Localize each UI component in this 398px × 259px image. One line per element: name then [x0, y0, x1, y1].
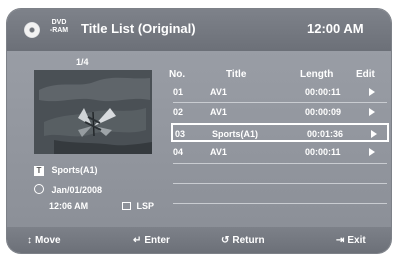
title-row-03-selected[interactable]: 03 Sports(A1) 00:01:36 [171, 123, 389, 142]
exit-hint: ⇥ Exit [336, 235, 366, 246]
row-divider [173, 203, 387, 204]
title-list-panel: DVD -RAM Title List (Original) 12:00 AM … [7, 9, 391, 253]
title-row-01[interactable]: 01 AV1 00:00:11 [173, 83, 387, 102]
return-label: Return [232, 235, 265, 246]
butterfly-thumbnail-art [34, 70, 152, 154]
lock-icon [122, 202, 131, 210]
row-length: 00:00:09 [305, 107, 342, 117]
edit-arrow-icon[interactable] [369, 148, 375, 156]
row-length: 00:01:36 [307, 129, 344, 139]
disc-type-label: DVD -RAM [49, 19, 69, 34]
row-title: AV1 [210, 107, 227, 117]
page-title: Title List (Original) [81, 21, 196, 36]
updown-arrow-icon: ↕ [27, 235, 32, 246]
enter-icon: ↵ [133, 235, 142, 246]
title-icon: T [34, 166, 44, 176]
row-divider [173, 183, 387, 184]
move-label: Move [35, 235, 61, 246]
row-title: AV1 [210, 147, 227, 157]
col-edit: Edit [356, 69, 375, 80]
exit-label: Exit [347, 235, 366, 246]
move-hint: ↕ Move [27, 235, 61, 246]
col-length: Length [300, 69, 334, 80]
clock-icon [34, 184, 44, 194]
row-number: 01 [173, 87, 184, 97]
recording-date: Jan/01/2008 [51, 185, 103, 195]
row-number: 04 [173, 147, 184, 157]
row-title: AV1 [210, 87, 227, 97]
title-info: T Sports(A1) [34, 165, 98, 176]
clock: 12:00 AM [307, 21, 364, 36]
row-number: 02 [173, 107, 184, 117]
header-bar: DVD -RAM Title List (Original) 12:00 AM [7, 9, 391, 51]
row-length: 00:00:11 [305, 147, 341, 157]
thumbnail-image [34, 70, 152, 154]
title-row-02[interactable]: 02 AV1 00:00:09 [173, 103, 387, 122]
edit-arrow-icon[interactable] [369, 88, 375, 96]
title-row-04[interactable]: 04 AV1 00:00:11 [173, 143, 387, 162]
return-icon: ↺ [221, 235, 230, 246]
footer-bar [7, 227, 391, 253]
disc-icon [24, 22, 40, 38]
quality-info: LSP [122, 201, 154, 211]
row-title: Sports(A1) [212, 129, 259, 139]
recording-quality: LSP [136, 201, 155, 211]
screen: DVD -RAM Title List (Original) 12:00 AM … [0, 0, 398, 259]
title-counter: 1/4 [76, 57, 89, 67]
row-divider [173, 163, 387, 164]
date-info: Jan/01/2008 [34, 183, 102, 195]
exit-icon: ⇥ [336, 235, 345, 246]
col-title: Title [226, 69, 247, 80]
selected-title: Sports(A1) [51, 165, 98, 175]
edit-arrow-icon[interactable] [371, 130, 377, 138]
row-length: 00:00:11 [305, 87, 341, 97]
edit-arrow-icon[interactable] [369, 108, 375, 116]
return-hint: ↺ Return [221, 235, 265, 246]
col-no: No. [169, 69, 186, 80]
recording-time: 12:06 AM [49, 201, 89, 211]
row-number: 03 [175, 129, 186, 139]
enter-hint: ↵ Enter [133, 235, 170, 246]
enter-label: Enter [144, 235, 170, 246]
